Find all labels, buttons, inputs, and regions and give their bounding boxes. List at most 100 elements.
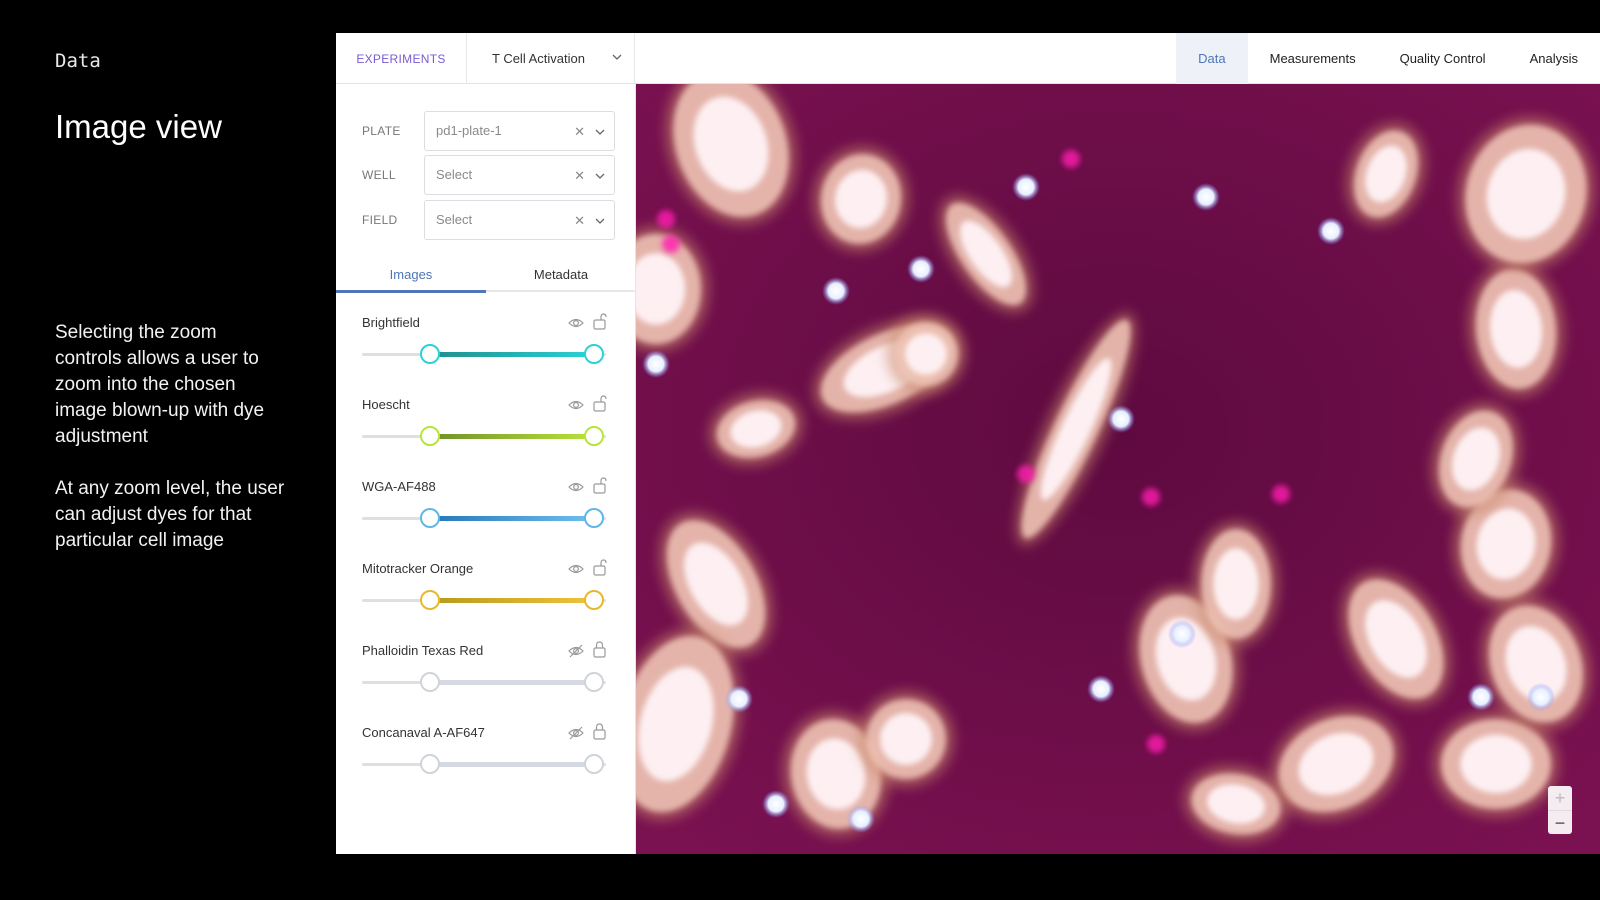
cell — [1193, 521, 1279, 647]
slider-min-handle[interactable] — [420, 672, 440, 692]
slider-max-handle[interactable] — [584, 426, 604, 446]
channel-name: Phalloidin Texas Red — [362, 643, 484, 658]
field-filter: FIELD Select ✕ — [336, 200, 636, 240]
unlock-icon[interactable] — [593, 313, 607, 330]
nucleus — [642, 350, 670, 378]
unlock-icon[interactable] — [593, 559, 607, 576]
slider-min-handle[interactable] — [420, 508, 440, 528]
slider-range-fill — [430, 352, 594, 357]
caption-title: Image view — [55, 108, 222, 145]
slider-max-handle[interactable] — [584, 672, 604, 692]
slider-max-handle[interactable] — [584, 754, 604, 774]
nav-quality-control[interactable]: Quality Control — [1378, 33, 1508, 84]
slider-max-handle[interactable] — [584, 590, 604, 610]
nucleus — [1467, 683, 1495, 711]
nucleus — [762, 790, 790, 818]
cell-image-viewer[interactable]: + − — [636, 84, 1600, 854]
plate-select-value: pd1-plate-1 — [436, 123, 502, 138]
magenta-speck — [1147, 735, 1165, 753]
slider-range-fill — [430, 762, 594, 767]
nav-data[interactable]: Data — [1176, 33, 1248, 84]
eye-off-icon[interactable] — [568, 726, 584, 740]
magenta-speck — [657, 210, 675, 228]
dye-range-slider[interactable] — [362, 425, 606, 447]
magenta-speck — [1272, 485, 1290, 503]
chevron-down-icon[interactable] — [595, 171, 605, 181]
main-nav: Data Measurements Quality Control Analys… — [1176, 33, 1600, 84]
side-panel: PLATE pd1-plate-1 ✕ WELL Select ✕ FIELD … — [336, 84, 636, 854]
clear-icon[interactable]: ✕ — [574, 124, 585, 140]
tab-images[interactable]: Images — [336, 263, 486, 293]
plate-select[interactable]: pd1-plate-1 ✕ — [424, 111, 615, 151]
zoom-in-button[interactable]: + — [1548, 786, 1572, 810]
well-select-value: Select — [436, 167, 473, 182]
tab-metadata[interactable]: Metadata — [486, 263, 636, 292]
nav-analysis[interactable]: Analysis — [1508, 33, 1600, 84]
eye-icon[interactable] — [568, 316, 584, 330]
slider-min-handle[interactable] — [420, 344, 440, 364]
channel-row: Concanaval A-AF647 — [336, 723, 636, 805]
chevron-down-icon[interactable] — [595, 216, 605, 226]
nucleus — [1087, 675, 1115, 703]
nucleus — [822, 277, 850, 305]
experiment-select[interactable]: T Cell Activation — [467, 33, 635, 84]
channel-name: WGA-AF488 — [362, 479, 436, 494]
dye-range-slider[interactable] — [362, 507, 606, 529]
channel-row: WGA-AF488 — [336, 477, 636, 559]
clear-icon[interactable]: ✕ — [574, 213, 585, 229]
nucleus — [1012, 173, 1040, 201]
eye-off-icon[interactable] — [568, 644, 584, 658]
clear-icon[interactable]: ✕ — [574, 168, 585, 184]
channel-row: Hoescht — [336, 395, 636, 477]
channel-row: Phalloidin Texas Red — [336, 641, 636, 723]
eye-icon[interactable] — [568, 480, 584, 494]
nucleus — [847, 805, 875, 833]
channel-row: Brightfield — [336, 313, 636, 395]
slider-max-handle[interactable] — [584, 508, 604, 528]
nucleus — [1317, 217, 1345, 245]
nucleus — [1107, 405, 1135, 433]
slider-range-fill — [430, 434, 594, 439]
eye-icon[interactable] — [568, 398, 584, 412]
chevron-down-icon[interactable] — [595, 127, 605, 137]
chevron-down-icon — [612, 54, 622, 60]
nucleus — [1527, 683, 1555, 711]
caption-paragraph: Selecting the zoom controls allows a use… — [55, 322, 265, 447]
eye-icon[interactable] — [568, 562, 584, 576]
slider-range-fill — [430, 598, 594, 603]
dye-range-slider[interactable] — [362, 671, 606, 693]
magenta-speck — [1062, 150, 1080, 168]
slider-min-handle[interactable] — [420, 754, 440, 774]
slider-max-handle[interactable] — [584, 344, 604, 364]
cell — [886, 314, 966, 394]
experiments-link[interactable]: EXPERIMENTS — [336, 33, 467, 84]
nucleus — [1192, 183, 1220, 211]
slider-range-fill — [430, 680, 594, 685]
slider-min-handle[interactable] — [420, 590, 440, 610]
nucleus — [725, 685, 753, 713]
caption-body: Selecting the zoom controls allows a use… — [55, 320, 285, 580]
channel-name: Mitotracker Orange — [362, 561, 474, 576]
plate-label: PLATE — [362, 124, 401, 138]
well-select[interactable]: Select ✕ — [424, 155, 615, 195]
field-select[interactable]: Select ✕ — [424, 200, 615, 240]
app-window: EXPERIMENTS T Cell Activation Data Measu… — [336, 33, 1600, 854]
dye-range-slider[interactable] — [362, 589, 606, 611]
dye-range-slider[interactable] — [362, 753, 606, 775]
unlock-icon[interactable] — [593, 477, 607, 494]
lock-icon[interactable] — [593, 723, 607, 740]
lock-icon[interactable] — [593, 641, 607, 658]
caption-paragraph: At any zoom level, the user can adjust d… — [55, 478, 285, 551]
zoom-out-button[interactable]: − — [1548, 810, 1572, 834]
cell-image — [636, 84, 1600, 854]
unlock-icon[interactable] — [593, 395, 607, 412]
nucleus — [1168, 620, 1196, 648]
dye-range-slider[interactable] — [362, 343, 606, 365]
magenta-speck — [1142, 488, 1160, 506]
slider-min-handle[interactable] — [420, 426, 440, 446]
well-filter: WELL Select ✕ — [336, 155, 636, 195]
top-bar: EXPERIMENTS T Cell Activation Data Measu… — [336, 33, 1600, 84]
caption-label: Data — [55, 50, 101, 72]
nucleus — [907, 255, 935, 283]
nav-measurements[interactable]: Measurements — [1248, 33, 1378, 84]
